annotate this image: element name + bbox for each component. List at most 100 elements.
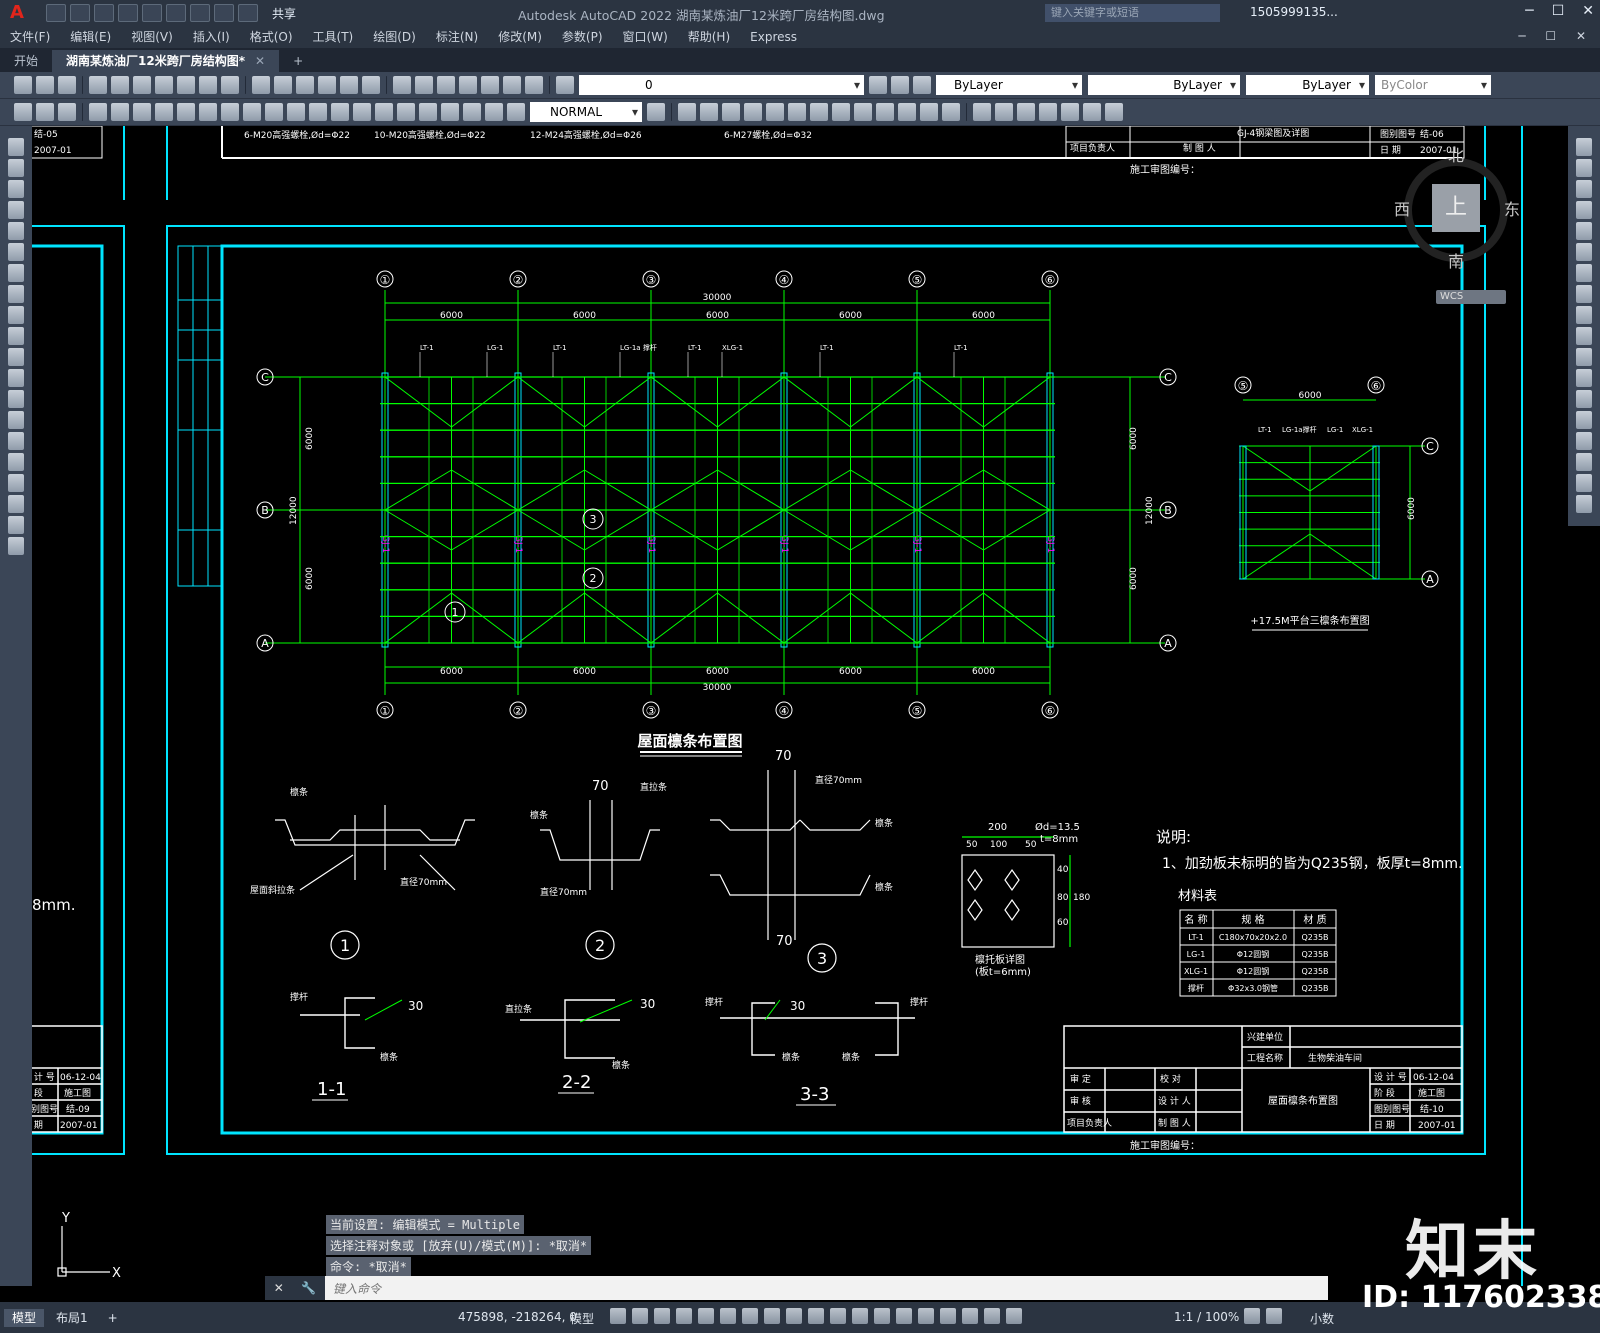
make-block-icon[interactable]	[8, 390, 24, 408]
plus-icon[interactable]	[1266, 1308, 1282, 1324]
osnap-icon[interactable]	[786, 1308, 802, 1324]
modify-move-icon[interactable]	[678, 103, 696, 121]
center-mark-icon[interactable]	[397, 103, 415, 121]
modify-fillet-icon[interactable]	[920, 103, 938, 121]
copy-object-icon[interactable]	[1576, 159, 1592, 177]
ortho-icon[interactable]	[698, 1308, 714, 1324]
tolerance-icon[interactable]	[375, 103, 393, 121]
stretch-icon[interactable]	[1576, 306, 1592, 324]
minimize-icon[interactable]: ─	[1525, 3, 1533, 19]
tab-drawing[interactable]: 湖南某炼油厂12米跨厂房结构图* ✕	[52, 50, 280, 72]
sheet-set-icon[interactable]	[459, 76, 477, 94]
compass-west[interactable]: 西	[1394, 196, 1410, 220]
drawing-canvas[interactable]: 6-M20高强螺栓,Ød=Φ22 10-M20高强螺栓,Ød=Φ22 12-M2…	[32, 126, 1568, 1289]
modify-break-icon[interactable]	[854, 103, 872, 121]
menu-view[interactable]: 视图(V)	[121, 26, 183, 48]
annotation-visibility-icon[interactable]	[962, 1308, 978, 1324]
share-button[interactable]: 共享	[268, 3, 300, 24]
dimension-edit-icon[interactable]	[463, 103, 481, 121]
join-icon[interactable]	[1576, 411, 1592, 429]
clip-icon[interactable]	[1083, 103, 1101, 121]
workspace-gear-icon[interactable]	[1244, 1308, 1260, 1324]
draw-order-icon[interactable]	[14, 103, 32, 121]
dynamic-ucs-icon[interactable]	[896, 1308, 912, 1324]
search-input[interactable]: 键入关键字或短语	[1045, 4, 1220, 22]
cut-icon[interactable]	[155, 76, 173, 94]
redo-icon[interactable]	[274, 76, 292, 94]
menu-help[interactable]: 帮助(H)	[678, 26, 740, 48]
units-toggle[interactable]: 小数	[1310, 1310, 1334, 1327]
save-icon[interactable]	[94, 4, 114, 22]
polygon-icon[interactable]	[8, 201, 24, 219]
extend-icon[interactable]	[1576, 348, 1592, 366]
layer-dropdown[interactable]: 0	[579, 75, 864, 95]
menu-modify[interactable]: 修改(M)	[488, 26, 552, 48]
dynamic-input-icon[interactable]	[676, 1308, 692, 1324]
save-icon[interactable]	[58, 76, 76, 94]
close-tab-icon[interactable]: ✕	[255, 54, 265, 68]
image-icon[interactable]	[1061, 103, 1079, 121]
save-web-icon[interactable]	[166, 4, 186, 22]
markup-icon[interactable]	[481, 76, 499, 94]
inspection-icon[interactable]	[419, 103, 437, 121]
menu-dimension[interactable]: 标注(N)	[426, 26, 488, 48]
trim-icon[interactable]	[1576, 327, 1592, 345]
scale-icon[interactable]	[1576, 285, 1592, 303]
space-toggle[interactable]: 模型	[570, 1310, 594, 1327]
mirror-icon[interactable]	[1576, 180, 1592, 198]
maximize-icon[interactable]: ☐	[1552, 3, 1565, 19]
jogged-linear-icon[interactable]	[441, 103, 459, 121]
break-icon[interactable]	[353, 103, 371, 121]
help-icon[interactable]	[525, 76, 543, 94]
snap-icon[interactable]	[632, 1308, 648, 1324]
compass-north[interactable]: 北	[1448, 142, 1464, 166]
block-edit-icon[interactable]	[995, 103, 1013, 121]
construction-line-icon[interactable]	[8, 159, 24, 177]
menu-express[interactable]: Express	[740, 26, 807, 48]
point-icon[interactable]	[8, 411, 24, 429]
modify-chamfer-icon[interactable]	[898, 103, 916, 121]
annotation-scale[interactable]: 1:1 / 100%	[1174, 1310, 1239, 1324]
paste-icon[interactable]	[199, 76, 217, 94]
quick-dimension-icon[interactable]	[265, 103, 283, 121]
isodraft-icon[interactable]	[742, 1308, 758, 1324]
annotation-scale-icon[interactable]	[1006, 1308, 1022, 1324]
modify-copy-icon[interactable]	[700, 103, 718, 121]
auto-scale-icon[interactable]	[984, 1308, 1000, 1324]
modify-scale-icon[interactable]	[788, 103, 806, 121]
lineweight-icon[interactable]	[808, 1308, 824, 1324]
properties-icon[interactable]	[393, 76, 411, 94]
design-center-icon[interactable]	[415, 76, 433, 94]
undo-icon[interactable]	[252, 76, 270, 94]
ordinate-icon[interactable]	[155, 103, 173, 121]
rectangle-icon[interactable]	[8, 222, 24, 240]
save-as-icon[interactable]	[118, 4, 138, 22]
open-icon[interactable]	[36, 76, 54, 94]
modify-mirror-icon[interactable]	[766, 103, 784, 121]
modify-join-icon[interactable]	[876, 103, 894, 121]
jogged-icon[interactable]	[199, 103, 217, 121]
table-icon[interactable]	[8, 495, 24, 513]
space-icon[interactable]	[331, 103, 349, 121]
linetype-dropdown[interactable]: ByLayer	[1088, 75, 1240, 95]
block-insert-icon[interactable]	[973, 103, 991, 121]
modify-stretch-icon[interactable]	[722, 103, 740, 121]
lineweight-dropdown[interactable]: ByLayer	[1246, 75, 1369, 95]
baseline-icon[interactable]	[287, 103, 305, 121]
rotate-icon[interactable]	[1576, 264, 1592, 282]
menu-edit[interactable]: 编辑(E)	[60, 26, 121, 48]
modify-trim-icon[interactable]	[810, 103, 828, 121]
zoom-previous-icon[interactable]	[362, 76, 380, 94]
3d-osnap-icon[interactable]	[874, 1308, 890, 1324]
spline-icon[interactable]	[8, 306, 24, 324]
angular-icon[interactable]	[243, 103, 261, 121]
document-controls[interactable]: ─ ☐ ✕	[1518, 29, 1594, 43]
dimension-text-edit-icon[interactable]	[485, 103, 503, 121]
move-icon[interactable]	[1576, 243, 1592, 261]
new-tab-button[interactable]: +	[279, 50, 317, 72]
hatch-front-icon[interactable]	[58, 103, 76, 121]
block-attribute-icon[interactable]	[1017, 103, 1035, 121]
offset-icon[interactable]	[1576, 201, 1592, 219]
redo-icon[interactable]	[238, 4, 258, 22]
undo-icon[interactable]	[214, 4, 234, 22]
